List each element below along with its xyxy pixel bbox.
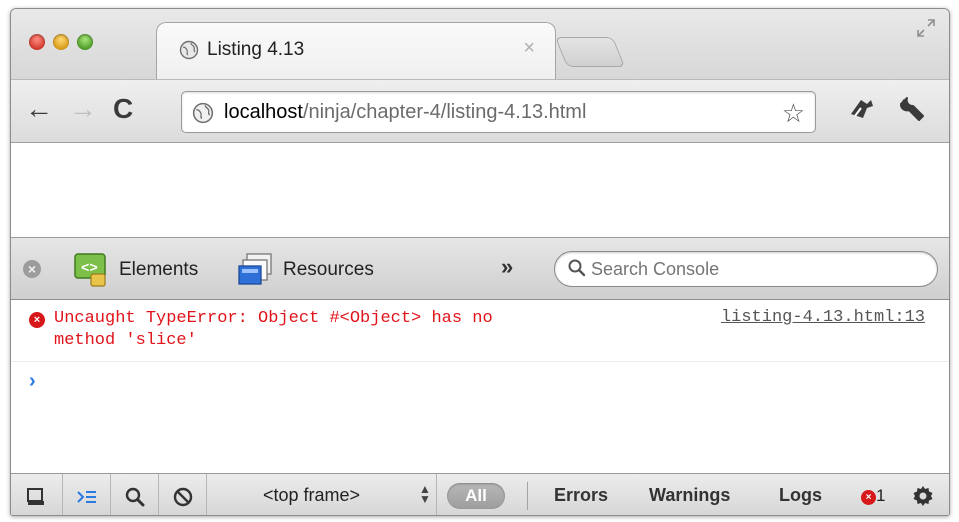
- close-window-button[interactable]: [29, 34, 45, 50]
- error-count-value: 1: [876, 486, 886, 505]
- tab-resources-label: Resources: [283, 259, 374, 280]
- tab-close-icon[interactable]: ×: [523, 37, 535, 60]
- minimize-window-button[interactable]: [53, 34, 69, 50]
- clear-console-button[interactable]: [159, 474, 207, 515]
- globe-icon: [179, 40, 199, 60]
- more-panels-icon[interactable]: »: [501, 254, 513, 280]
- forward-button[interactable]: →: [69, 94, 97, 124]
- globe-icon: [192, 102, 214, 124]
- url-path: /ninja/chapter-4/listing-4.13.html: [302, 101, 587, 123]
- browser-window: Listing 4.13 × ← → C localhost/ninja/cha…: [10, 8, 950, 516]
- page-viewport[interactable]: [11, 143, 949, 238]
- console-error-message: × Uncaught TypeError: Object #<Object> h…: [11, 300, 949, 362]
- error-message-text: Uncaught TypeError: Object #<Object> has…: [54, 309, 493, 350]
- filter-warnings-button[interactable]: Warnings: [649, 485, 730, 506]
- filter-divider: [527, 482, 528, 510]
- zoom-window-button[interactable]: [77, 34, 93, 50]
- inspect-search-button[interactable]: [111, 474, 159, 515]
- filter-all-button[interactable]: All: [447, 483, 505, 509]
- tab-listing[interactable]: Listing 4.13 ×: [156, 22, 556, 80]
- close-devtools-icon[interactable]: ×: [23, 260, 41, 278]
- search-icon: [125, 487, 145, 507]
- tab-elements-label: Elements: [119, 259, 199, 280]
- console-output[interactable]: × Uncaught TypeError: Object #<Object> h…: [11, 300, 949, 473]
- fullscreen-icon[interactable]: [915, 17, 937, 39]
- back-button[interactable]: ←: [25, 94, 53, 124]
- wrench-icon[interactable]: [897, 94, 927, 124]
- bookmark-star-icon[interactable]: ☆: [782, 98, 805, 129]
- clear-icon: [173, 487, 193, 507]
- error-count-badge[interactable]: × 1: [861, 486, 885, 506]
- console-prompt-icon[interactable]: ›: [29, 370, 36, 393]
- console-drawer-icon: [77, 491, 96, 503]
- error-source-link[interactable]: listing-4.13.html:13: [721, 308, 925, 327]
- url-host: localhost: [224, 101, 303, 123]
- browser-toolbar: ← → C localhost/ninja/chapter-4/listing-…: [11, 79, 949, 143]
- console-toggle-button[interactable]: [63, 474, 111, 515]
- search-console-input[interactable]: [554, 251, 938, 287]
- search-icon: [568, 259, 586, 277]
- resources-panel-icon: [238, 253, 272, 285]
- address-bar[interactable]: localhost/ninja/chapter-4/listing-4.13.h…: [181, 91, 816, 133]
- filter-errors-button[interactable]: Errors: [554, 485, 608, 506]
- devtools-toolbar: × <> Elements Resources »: [11, 238, 949, 300]
- reload-button[interactable]: C: [113, 94, 133, 124]
- error-icon: ×: [29, 312, 45, 328]
- url-text: localhost/ninja/chapter-4/listing-4.13.h…: [224, 101, 586, 124]
- gear-icon[interactable]: [911, 484, 935, 508]
- frame-selector-arrows-icon: ▲ ▼: [419, 482, 431, 506]
- new-tab-button[interactable]: [554, 37, 626, 67]
- devtools-status-bar: <top frame> ▲ ▼ All Errors Warnings Logs…: [11, 473, 949, 515]
- dock-button[interactable]: [11, 474, 63, 515]
- tab-strip: Listing 4.13 ×: [11, 9, 949, 80]
- error-count-icon: ×: [861, 490, 876, 505]
- frame-selector[interactable]: <top frame>: [207, 474, 437, 515]
- filter-logs-button[interactable]: Logs: [779, 485, 822, 506]
- extension-icon[interactable]: [847, 94, 877, 124]
- dock-icon: [27, 488, 44, 505]
- tab-title: Listing 4.13: [207, 39, 305, 60]
- frame-selector-label: <top frame>: [263, 485, 361, 505]
- elements-panel-icon: <>: [74, 253, 106, 287]
